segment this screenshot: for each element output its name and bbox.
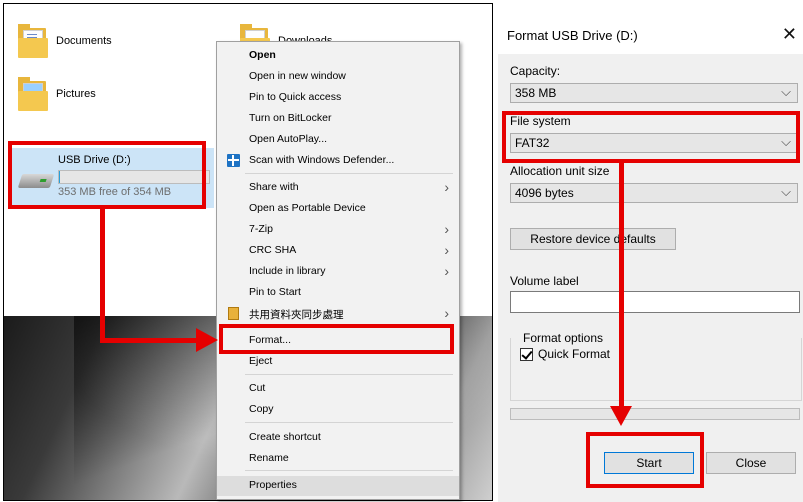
menu-item-label: Open in new window	[249, 70, 346, 82]
menu-separator	[245, 173, 453, 174]
menu-item-include-in-library[interactable]: Include in library ›	[217, 262, 459, 282]
menu-item-pin-to-start[interactable]: Pin to Start	[217, 283, 459, 303]
menu-item-sync[interactable]: 共用資料夾同步處理 ›	[217, 304, 459, 324]
menu-item-label: 7-Zip	[249, 223, 273, 235]
chevron-down-icon: ⌵	[781, 184, 791, 199]
chevron-right-icon: ›	[444, 305, 449, 321]
documents-folder-label: Documents	[56, 35, 112, 47]
menu-item-label: Include in library	[249, 265, 326, 277]
menu-item-turn-on-bitlocker[interactable]: Turn on BitLocker	[217, 109, 459, 129]
menu-separator	[245, 422, 453, 423]
sync-folder-icon	[228, 307, 239, 320]
pictures-folder-icon	[18, 77, 48, 111]
pictures-folder[interactable]: Pictures	[18, 77, 96, 111]
menu-item-open[interactable]: Open	[217, 46, 459, 66]
menu-item-label: CRC SHA	[249, 244, 297, 256]
annotation-line-down	[100, 208, 105, 342]
menu-item-create-shortcut[interactable]: Create shortcut	[217, 428, 459, 448]
chevron-right-icon: ›	[444, 179, 449, 195]
menu-item-label: Create shortcut	[249, 431, 321, 443]
quick-format-label: Quick Format	[538, 347, 611, 361]
menu-item-rename[interactable]: Rename	[217, 449, 459, 469]
documents-folder-icon	[18, 24, 48, 58]
menu-item-crc-sha[interactable]: CRC SHA ›	[217, 241, 459, 261]
volume-label-input[interactable]	[510, 291, 800, 313]
close-icon[interactable]: ✕	[782, 24, 797, 45]
menu-item-open-autoplay[interactable]: Open AutoPlay...	[217, 130, 459, 150]
windows-defender-icon	[227, 154, 240, 167]
menu-item-share-with[interactable]: Share with ›	[217, 178, 459, 198]
menu-item-eject[interactable]: Eject	[217, 352, 459, 372]
menu-separator	[245, 374, 453, 375]
filesystem-highlight	[502, 111, 800, 163]
menu-item-label: Scan with Windows Defender...	[249, 154, 395, 166]
menu-separator	[245, 470, 453, 471]
quick-format-checkbox[interactable]	[520, 348, 533, 361]
documents-folder[interactable]: Documents	[18, 24, 112, 58]
menu-item-label: Cut	[249, 382, 266, 394]
annotation-line-dialog	[619, 163, 624, 409]
menu-item-cut[interactable]: Cut	[217, 379, 459, 399]
menu-item-label: Share with	[249, 181, 299, 193]
close-button[interactable]: Close	[706, 452, 796, 474]
dialog-titlebar: Format USB Drive (D:) ✕	[498, 18, 803, 54]
start-button-highlight	[586, 432, 704, 488]
menu-item-label: Copy	[249, 403, 274, 415]
menu-item-label: Open	[249, 49, 276, 61]
usb-drive-highlight	[8, 141, 206, 209]
menu-item-7-zip[interactable]: 7-Zip ›	[217, 220, 459, 240]
menu-item-scan-with-windows-defender[interactable]: Scan with Windows Defender...	[217, 151, 459, 171]
chevron-right-icon: ›	[444, 242, 449, 258]
menu-item-label: Open AutoPlay...	[249, 133, 328, 145]
allocation-select[interactable]: 4096 bytes ⌵	[510, 183, 798, 203]
menu-item-open-in-new-window[interactable]: Open in new window	[217, 67, 459, 87]
allocation-label: Allocation unit size	[510, 164, 610, 178]
capacity-value: 358 MB	[515, 86, 557, 100]
menu-item-label: Turn on BitLocker	[249, 112, 332, 124]
chevron-down-icon: ⌵	[781, 84, 791, 99]
dialog-title: Format USB Drive (D:)	[507, 28, 638, 43]
volume-label: Volume label	[510, 274, 579, 288]
format-menu-highlight	[219, 324, 454, 354]
chevron-right-icon: ›	[444, 221, 449, 237]
context-menu: Open Open in new window Pin to Quick acces…	[216, 41, 460, 500]
capacity-select[interactable]: 358 MB ⌵	[510, 83, 798, 103]
pictures-folder-label: Pictures	[56, 88, 96, 100]
annotation-arrow-right	[196, 328, 218, 352]
menu-item-copy[interactable]: Copy	[217, 400, 459, 420]
format-options-label: Format options	[520, 331, 607, 345]
menu-item-pin-to-quick-access[interactable]: Pin to Quick access	[217, 88, 459, 108]
menu-item-label: Eject	[249, 355, 273, 367]
allocation-value: 4096 bytes	[515, 186, 574, 200]
format-progress-bar	[510, 408, 800, 420]
menu-item-open-as-portable-device[interactable]: Open as Portable Device	[217, 199, 459, 219]
menu-item-label: Pin to Quick access	[249, 91, 342, 103]
restore-defaults-button[interactable]: Restore device defaults	[510, 228, 676, 250]
menu-item-label: 共用資料夾同步處理	[249, 309, 344, 321]
menu-item-label: Rename	[249, 452, 289, 464]
chevron-right-icon: ›	[444, 263, 449, 279]
menu-item-properties[interactable]: Properties	[217, 476, 459, 496]
menu-item-label: Properties	[249, 479, 297, 491]
menu-item-label: Pin to Start	[249, 286, 301, 298]
format-dialog: Format USB Drive (D:) ✕ Capacity: 358 MB…	[498, 18, 803, 502]
annotation-line-right	[100, 338, 198, 343]
menu-item-label: Open as Portable Device	[249, 202, 366, 214]
capacity-label: Capacity:	[510, 64, 561, 78]
annotation-arrow-down	[610, 406, 632, 426]
